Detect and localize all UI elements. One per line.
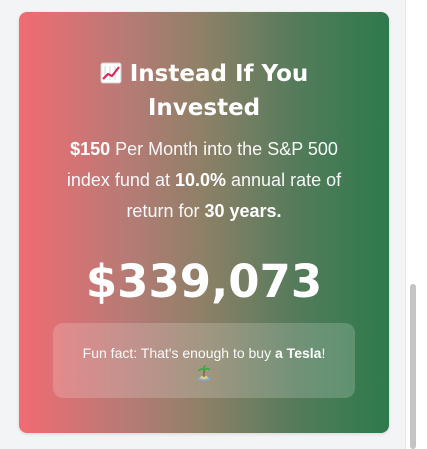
title-line-2: Invested [147, 95, 261, 121]
investment-years: 30 years. [204, 201, 282, 221]
fun-fact-item: a Tesla [275, 345, 322, 361]
result-amount: $339,073 [85, 255, 323, 308]
desert-island-icon [197, 365, 211, 381]
investment-description: $150 Per Month into the S&P 500 index fu… [49, 134, 359, 227]
scrollbar-track[interactable] [405, 0, 427, 449]
investment-result-card: Instead If You Invested $150 Per Month i… [19, 12, 389, 433]
fun-fact-suffix: ! [321, 345, 326, 361]
chart-increasing-icon [100, 60, 122, 84]
monthly-amount: $150 [70, 139, 111, 159]
annual-rate: 10.0% [174, 170, 227, 190]
fun-fact-prefix: Fun fact: That's enough to buy [82, 345, 275, 361]
card-title: Instead If You Invested [59, 57, 349, 125]
fun-fact-text: Fun fact: That's enough to buy a Tesla! [53, 343, 355, 363]
fun-fact-box: Fun fact: That's enough to buy a Tesla! [53, 323, 355, 398]
scrollbar-thumb[interactable] [410, 284, 416, 449]
title-line-1: Instead If You [129, 61, 309, 87]
